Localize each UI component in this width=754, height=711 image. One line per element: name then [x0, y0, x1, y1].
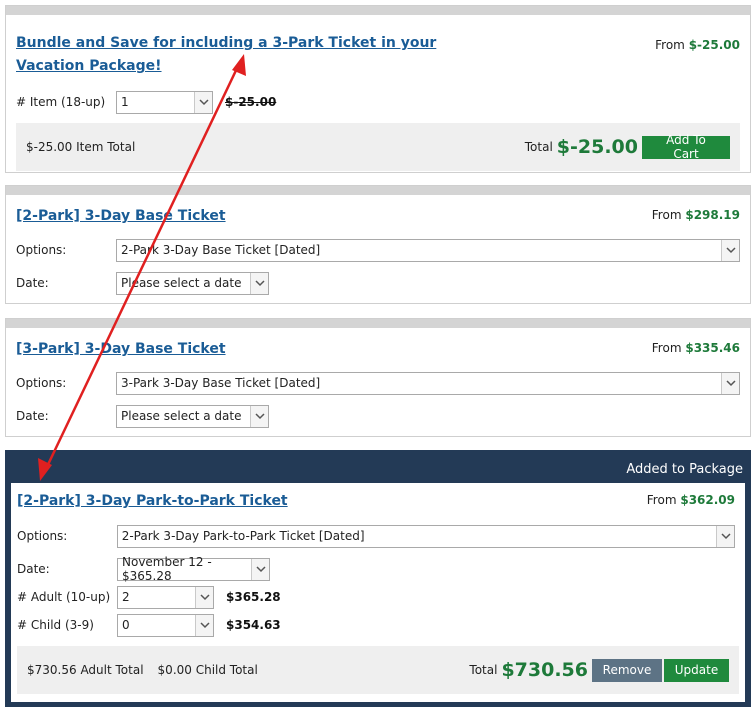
card-top-bar: [6, 186, 750, 195]
date-label: Date:: [16, 276, 49, 290]
options-value: 2-Park 3-Day Park-to-Park Ticket [Dated]: [121, 529, 365, 543]
card-body: [3-Park] 3-Day Base Ticket From $335.46 …: [6, 328, 750, 436]
adult-row: # Adult (10-up) 2 $365.28: [17, 585, 735, 609]
remove-button[interactable]: Remove: [592, 658, 662, 682]
date-value: Please select a date: [121, 276, 242, 290]
options-row: Options: 3-Park 3-Day Base Ticket [Dated…: [16, 371, 740, 395]
add-to-cart-button[interactable]: Add To Cart: [642, 133, 730, 161]
options-label: Options:: [16, 376, 67, 390]
card-top-bar: [6, 6, 750, 15]
date-value: Please select a date: [121, 409, 242, 423]
item-total: $-25.00 Item Total: [26, 140, 136, 154]
adult-price: $365.28: [226, 590, 281, 604]
bundle-card: Bundle and Save for including a 3-Park T…: [5, 5, 751, 173]
chevron-down-icon[interactable]: [716, 525, 734, 547]
ticket-card-2park-base: [2-Park] 3-Day Base Ticket From $298.19 …: [5, 185, 751, 304]
from-price: From $-25.00: [655, 38, 740, 52]
from-label: From: [651, 341, 682, 355]
quantity-select[interactable]: 1: [116, 90, 213, 114]
ticket-card-3park-base: [3-Park] 3-Day Base Ticket From $335.46 …: [5, 318, 751, 437]
unit-price: $-25.00: [225, 95, 277, 109]
card-body: [2-Park] 3-Day Park-to-Park Ticket From …: [11, 483, 745, 702]
from-label: From: [646, 493, 677, 507]
child-row: # Child (3-9) 0 $354.63: [17, 613, 735, 637]
bundle-title-link[interactable]: Bundle and Save for including a 3-Park T…: [16, 35, 436, 74]
date-value: November 12 - $365.28: [122, 555, 212, 583]
total-value: $730.56: [501, 659, 588, 681]
chevron-down-icon[interactable]: [194, 91, 212, 113]
quantity-value: 1: [121, 95, 129, 109]
chevron-down-icon[interactable]: [195, 586, 213, 608]
date-label: Date:: [17, 562, 50, 576]
date-select[interactable]: Please select a date: [116, 271, 269, 295]
from-price: From $335.46: [652, 341, 740, 355]
child-quantity-value: 0: [122, 618, 130, 632]
quantity-label: # Item (18-up): [16, 95, 106, 109]
card-top-bar: [6, 319, 750, 328]
options-row: Options: 2-Park 3-Day Base Ticket [Dated…: [16, 238, 740, 262]
options-row: Options: 2-Park 3-Day Park-to-Park Ticke…: [17, 524, 735, 548]
options-value: 3-Park 3-Day Base Ticket [Dated]: [121, 376, 321, 390]
total-bar: $-25.00 Item Total Total $-25.00 Add To …: [16, 123, 740, 171]
total-value: $-25.00: [556, 136, 638, 158]
card-body: [2-Park] 3-Day Base Ticket From $298.19 …: [6, 195, 750, 303]
date-row: Date: Please select a date: [16, 271, 740, 295]
adult-quantity-select[interactable]: 2: [117, 585, 214, 609]
total-label: Total: [524, 140, 553, 154]
child-label: # Child (3-9): [17, 618, 94, 632]
from-price-value: $-25.00: [688, 38, 740, 52]
chevron-down-icon[interactable]: [251, 558, 269, 580]
adult-quantity-value: 2: [122, 590, 130, 604]
options-select[interactable]: 2-Park 3-Day Base Ticket [Dated]: [116, 238, 740, 262]
from-label: From: [655, 38, 685, 52]
added-package-card: Added to Package [2-Park] 3-Day Park-to-…: [5, 450, 751, 707]
options-select[interactable]: 3-Park 3-Day Base Ticket [Dated]: [116, 371, 740, 395]
adult-total: $730.56 Adult Total: [27, 663, 144, 677]
child-total: $0.00 Child Total: [157, 663, 258, 677]
from-price-value: $335.46: [685, 341, 740, 355]
chevron-down-icon[interactable]: [250, 405, 268, 427]
total-bar: $730.56 Adult Total $0.00 Child Total To…: [17, 646, 739, 694]
date-row: Date: Please select a date: [16, 404, 740, 428]
from-price: From $298.19: [652, 208, 740, 222]
options-value: 2-Park 3-Day Base Ticket [Dated]: [121, 243, 321, 257]
options-label: Options:: [16, 243, 67, 257]
chevron-down-icon[interactable]: [721, 372, 739, 394]
from-label: From: [651, 208, 682, 222]
from-price-value: $362.09: [680, 493, 735, 507]
total-label: Total: [469, 663, 498, 677]
options-label: Options:: [17, 529, 68, 543]
date-select[interactable]: Please select a date: [116, 404, 269, 428]
chevron-down-icon[interactable]: [721, 239, 739, 261]
quantity-row: # Item (18-up) 1 $-25.00: [16, 90, 740, 114]
child-quantity-select[interactable]: 0: [117, 613, 214, 637]
options-select[interactable]: 2-Park 3-Day Park-to-Park Ticket [Dated]: [116, 524, 735, 548]
from-price: From $362.09: [647, 493, 735, 507]
card-body: Bundle and Save for including a 3-Park T…: [6, 15, 750, 172]
update-button[interactable]: Update: [664, 658, 729, 682]
child-price: $354.63: [226, 618, 281, 632]
date-row: Date: November 12 - $365.28: [17, 555, 735, 583]
adult-label: # Adult (10-up): [17, 590, 111, 604]
date-label: Date:: [16, 409, 49, 423]
ticket-title-link[interactable]: [3-Park] 3-Day Base Ticket: [16, 341, 226, 357]
date-select[interactable]: November 12 - $365.28: [117, 555, 270, 583]
from-price-value: $298.19: [685, 208, 740, 222]
chevron-down-icon[interactable]: [195, 614, 213, 636]
ticket-title-link[interactable]: [2-Park] 3-Day Base Ticket: [16, 208, 226, 224]
added-to-package-header: Added to Package: [626, 462, 743, 477]
ticket-title-link[interactable]: [2-Park] 3-Day Park-to-Park Ticket: [17, 493, 288, 509]
chevron-down-icon[interactable]: [250, 272, 268, 294]
